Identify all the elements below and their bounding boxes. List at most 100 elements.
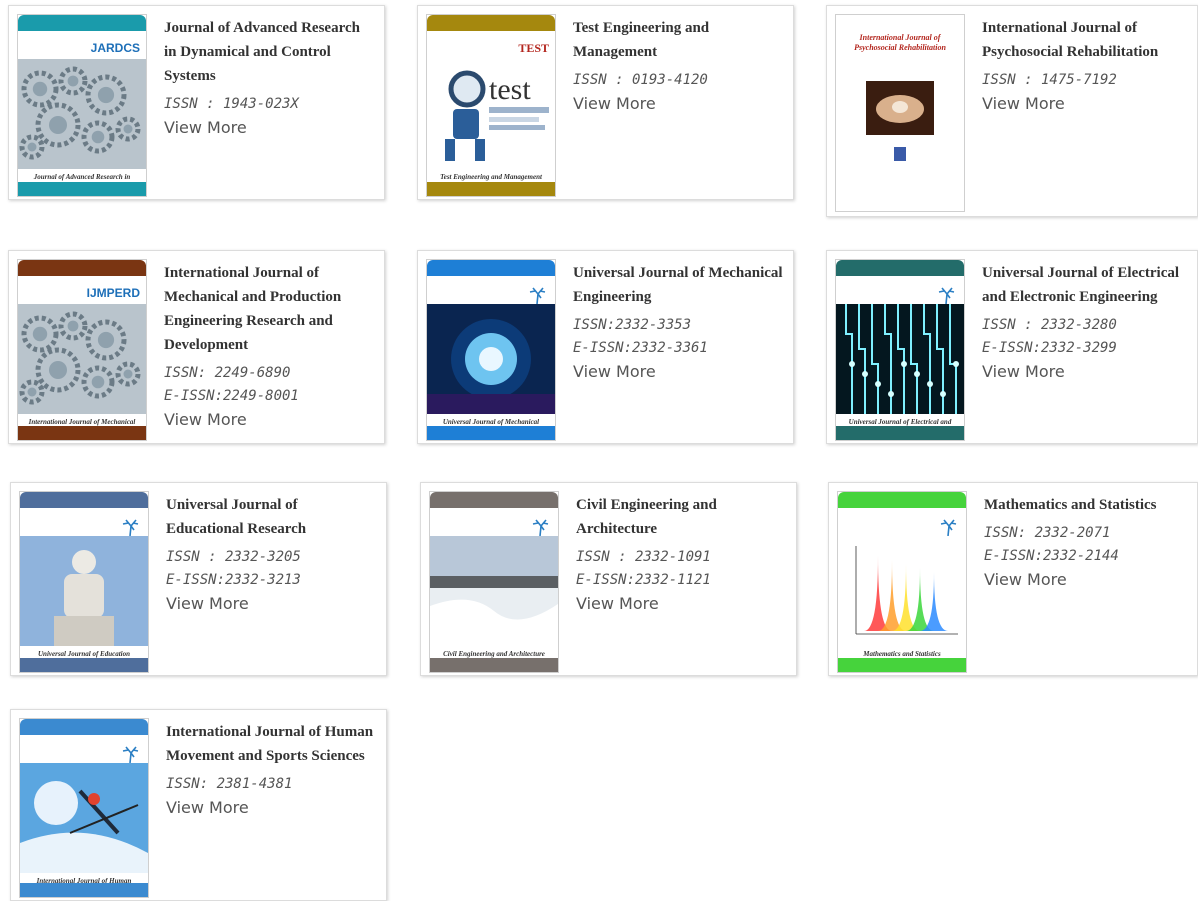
journal-title[interactable]: Civil Engineering and Architecture [576, 493, 786, 541]
cover-top-band [430, 492, 558, 508]
journal-cover-image[interactable]: JARDCSJournal of Advanced Research in Dy… [17, 14, 147, 197]
cover-bottom-band [18, 182, 146, 196]
cover-bottom-band [20, 883, 148, 897]
journal-issn: ISSN : 0193-4120 [573, 72, 708, 88]
journal-cover-image[interactable]: Universal Journal of Electrical and Elec… [835, 259, 965, 441]
cover-bottom-band [836, 426, 964, 440]
journal-cover-image[interactable]: TEST test Test Engineering and Management [426, 14, 556, 197]
view-more-link[interactable]: View More [166, 796, 249, 820]
publisher-logo-icon [527, 284, 547, 306]
journal-card[interactable]: Mathematics and Statistics Mathematics an… [828, 482, 1198, 676]
journal-title[interactable]: Mathematics and Statistics [984, 493, 1187, 517]
journal-card[interactable]: International Journal of Human Movement … [10, 709, 387, 901]
cover-artwork-image [836, 67, 964, 182]
cover-artwork-image [18, 59, 146, 174]
journal-title[interactable]: International Journal of Psychosocial Re… [982, 16, 1187, 64]
journal-title[interactable]: International Journal of Human Movement … [166, 720, 376, 768]
cover-artwork-image [20, 763, 148, 878]
journal-info: International Journal of Human Movement … [166, 720, 376, 820]
publisher-logo-icon [120, 743, 140, 765]
journal-title[interactable]: International Journal of Mechanical and … [164, 261, 374, 357]
view-more-link[interactable]: View More [573, 360, 656, 384]
journal-info: Universal Journal of Electrical and Elec… [982, 261, 1187, 384]
journal-info: Civil Engineering and Architecture ISSN :… [576, 493, 786, 616]
journal-title[interactable]: Universal Journal of Electrical and Elec… [982, 261, 1187, 309]
cover-top-band [427, 260, 555, 276]
journal-cover-image[interactable]: Universal Journal of Education Research [19, 491, 149, 673]
journal-card[interactable]: JARDCS Journal of Advanced Research in Dy… [8, 5, 385, 200]
view-more-link[interactable]: View More [982, 360, 1065, 384]
journal-cover-image[interactable]: Mathematics and Statistics [837, 491, 967, 673]
journal-cover-image[interactable]: Civil Engineering and Architecture [429, 491, 559, 673]
journal-title[interactable]: Test Engineering and Management [573, 16, 783, 64]
journal-issn: ISSN: 2381-4381 [166, 776, 293, 792]
svg-text:test: test [489, 73, 531, 106]
journal-issn: ISSN:2332-3353 [573, 317, 692, 333]
journal-card[interactable]: Universal Journal of Mechanical Engineer… [417, 250, 794, 444]
journal-info: International Journal of Mechanical and … [164, 261, 374, 432]
journal-info: International Journal of Psychosocial Re… [982, 16, 1187, 116]
journal-info: Journal of Advanced Research in Dynamica… [164, 16, 374, 140]
cover-artwork-image [838, 536, 966, 651]
journal-cover-image[interactable]: International Journal of Human Movement … [19, 718, 149, 898]
cover-title-text: Test Engineering and Management [440, 173, 542, 181]
journal-eissn: E-ISSN:2332-2144 [984, 548, 1119, 564]
journal-card[interactable]: Universal Journal of Education Research U… [10, 482, 387, 676]
publisher-logo-icon [530, 516, 550, 538]
view-more-link[interactable]: View More [982, 92, 1065, 116]
journal-cover-image[interactable]: International Journal of Psychosocial Re… [835, 14, 965, 212]
cover-top-band [836, 260, 964, 276]
cover-top-band [20, 719, 148, 735]
journal-issn: ISSN : 2332-1091 [576, 549, 711, 565]
journal-title[interactable]: Universal Journal of Educational Researc… [166, 493, 376, 541]
view-more-link[interactable]: View More [984, 568, 1067, 592]
cover-bottom-band [430, 658, 558, 672]
view-more-link[interactable]: View More [164, 408, 247, 432]
cover-top-band [20, 492, 148, 508]
journal-title[interactable]: Universal Journal of Mechanical Engineer… [573, 261, 783, 309]
cover-logo-text: IJMPERD [86, 286, 140, 300]
cover-artwork-image [836, 304, 964, 419]
journal-info: Mathematics and Statistics ISSN: 2332-207… [984, 493, 1187, 592]
cover-bottom-band [838, 658, 966, 672]
cover-artwork-image: test [427, 59, 555, 174]
journal-info: Test Engineering and Management ISSN : 01… [573, 16, 783, 116]
cover-top-band [836, 15, 964, 31]
journal-card[interactable]: Universal Journal of Electrical and Elec… [826, 250, 1198, 444]
journal-issn: ISSN: 2332-2071 [984, 525, 1111, 541]
journal-issn: ISSN: 2249-6890 [164, 365, 291, 381]
journal-eissn: E-ISSN:2332-3299 [982, 340, 1117, 356]
publisher-logo-icon [938, 516, 958, 538]
cover-title-text: International Journal of Psychosocial Re… [854, 33, 946, 52]
journal-card[interactable]: IJMPERD International Journal of Mechanic… [8, 250, 385, 444]
journal-title[interactable]: Journal of Advanced Research in Dynamica… [164, 16, 374, 88]
journal-card[interactable]: Civil Engineering and Architecture Civil … [420, 482, 797, 676]
journal-issn: ISSN : 2332-3205 [166, 549, 301, 565]
journal-eissn: E-ISSN:2249-8001 [164, 388, 299, 404]
cover-bottom-band [427, 426, 555, 440]
cover-bottom-band [18, 426, 146, 440]
journal-issn: ISSN : 2332-3280 [982, 317, 1117, 333]
journal-cover-image[interactable]: Universal Journal of Mechanical Engineer… [426, 259, 556, 441]
view-more-link[interactable]: View More [576, 592, 659, 616]
journal-eissn: E-ISSN:2332-1121 [576, 572, 711, 588]
view-more-link[interactable]: View More [164, 116, 247, 140]
journal-eissn: E-ISSN:2332-3213 [166, 572, 301, 588]
publisher-logo-icon [120, 516, 140, 538]
view-more-link[interactable]: View More [573, 92, 656, 116]
journal-cover-image[interactable]: IJMPERD International Journal of Mechanic… [17, 259, 147, 441]
cover-artwork-image [430, 536, 558, 651]
cover-top-band [18, 260, 146, 276]
journal-issn: ISSN : 1943-023X [164, 96, 299, 112]
view-more-link[interactable]: View More [166, 592, 249, 616]
cover-artwork-image [18, 304, 146, 419]
cover-logo-text: JARDCS [90, 41, 140, 55]
cover-artwork-image [427, 304, 555, 419]
journal-info: Universal Journal of Educational Researc… [166, 493, 376, 616]
journal-card[interactable]: TEST test Test Engineering and Management… [417, 5, 794, 200]
journal-card[interactable]: International Journal of Psychosocial Re… [826, 5, 1198, 217]
cover-top-band [427, 15, 555, 31]
cover-bottom-band [20, 658, 148, 672]
journal-issn: ISSN : 1475-7192 [982, 72, 1117, 88]
publisher-logo-icon [936, 284, 956, 306]
